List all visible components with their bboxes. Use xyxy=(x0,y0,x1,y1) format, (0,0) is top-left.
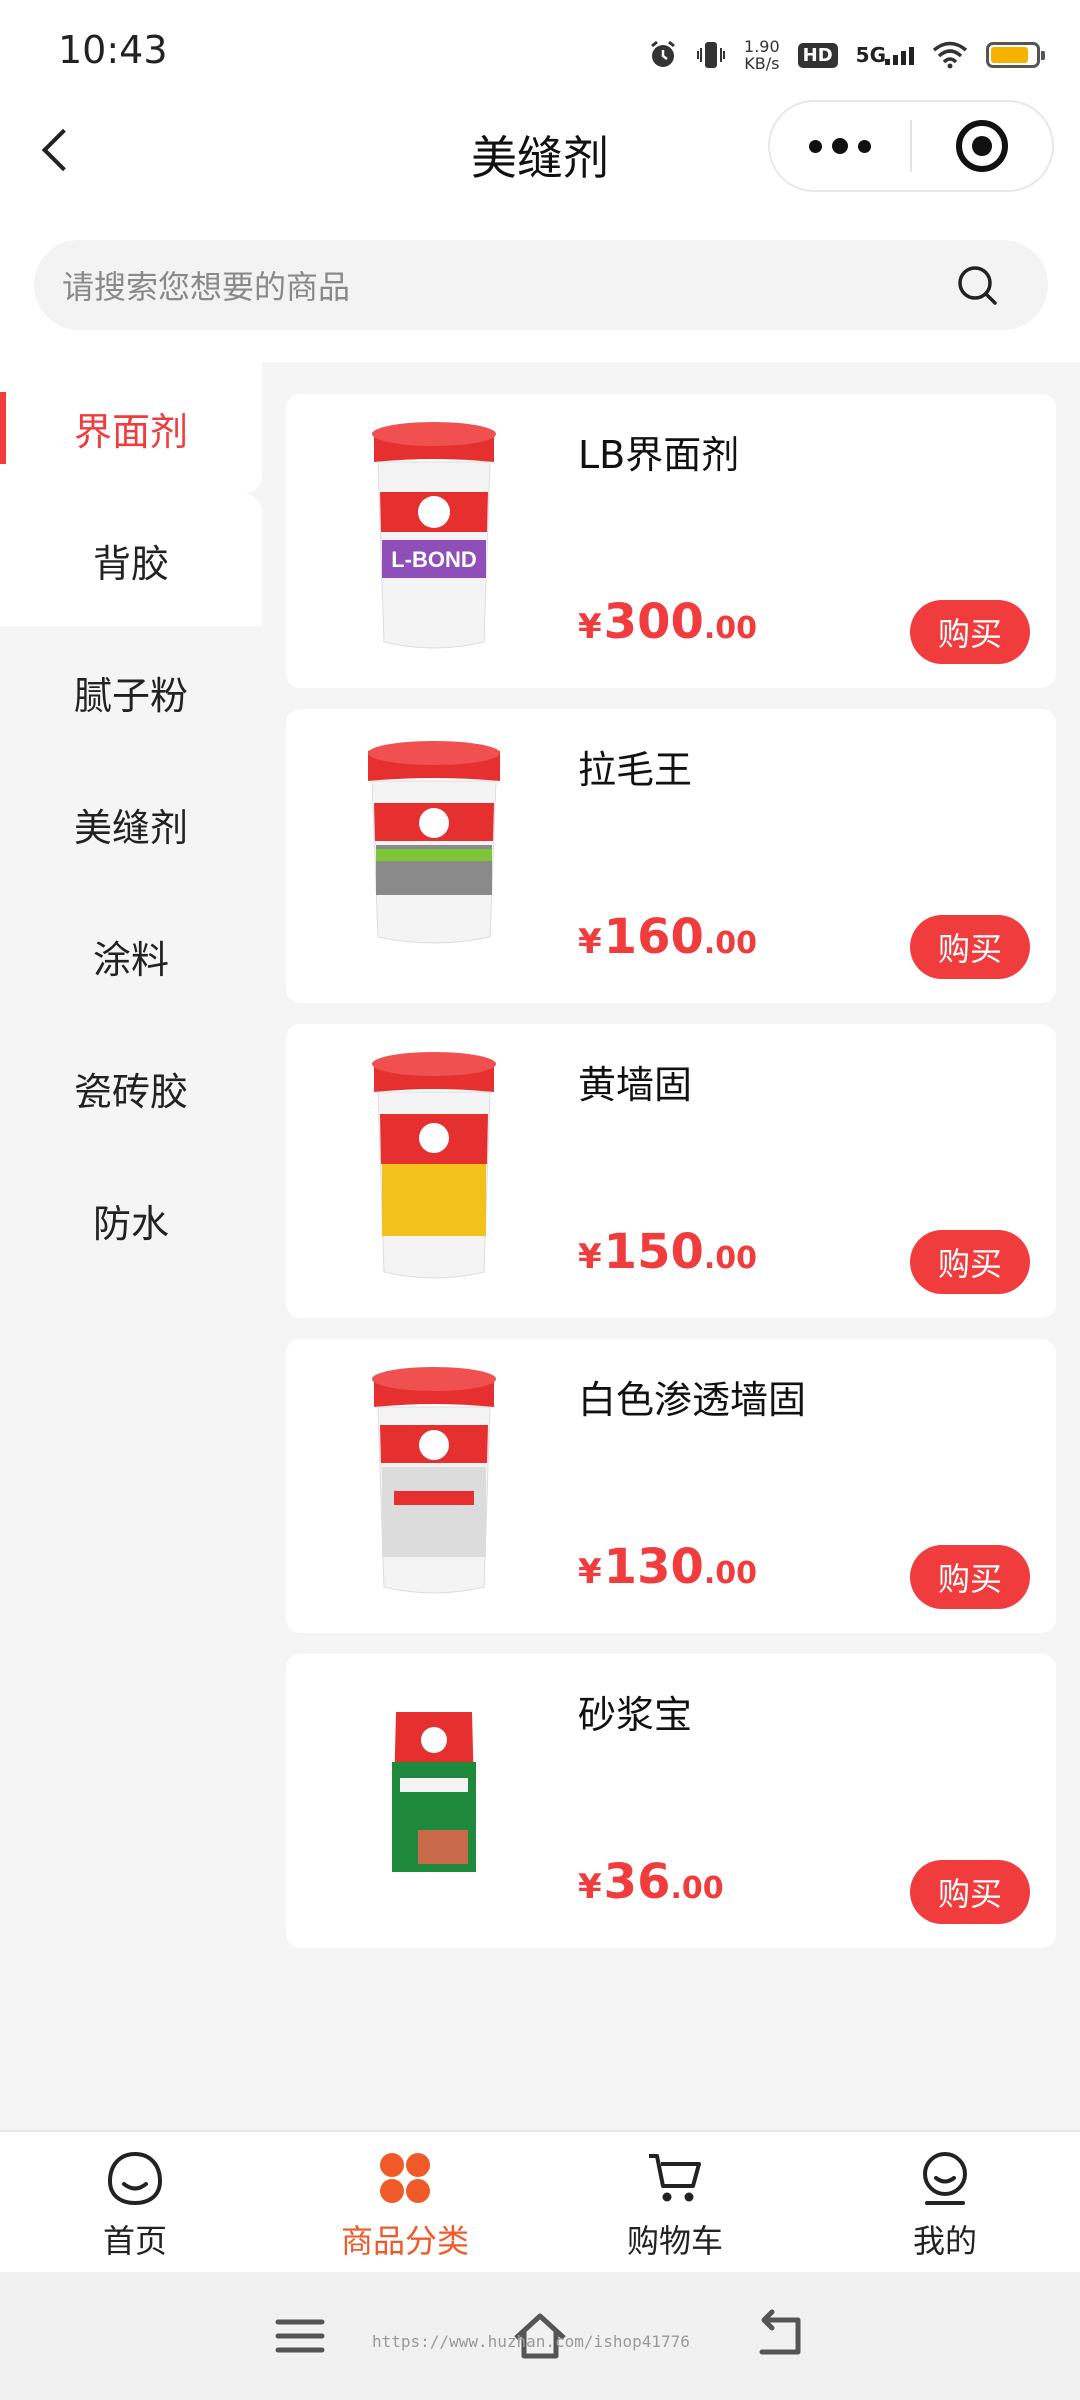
status-time: 10:43 xyxy=(58,28,168,72)
battery-level xyxy=(991,47,1028,63)
signal-5g: 5G xyxy=(856,43,914,67)
product-card[interactable]: 黄墙固 ¥150.00 购买 xyxy=(286,1024,1056,1318)
hd-badge: HD xyxy=(797,42,838,68)
category-item-putty-powder[interactable]: 腻子粉 xyxy=(0,626,262,758)
svg-text:L-BOND: L-BOND xyxy=(391,547,477,572)
bucket-product-image xyxy=(368,741,500,944)
category-sidebar: 界面剂 背胶 腻子粉 美缝剂 涂料 瓷砖胶 防水 xyxy=(0,362,262,2130)
product-card[interactable]: L-BOND LB界面剂 ¥300.00 购买 xyxy=(286,394,1056,688)
nav-bar: 美缝剂 xyxy=(0,100,1080,200)
category-item-interface-agent[interactable]: 界面剂 xyxy=(0,362,262,494)
category-item-back-glue[interactable]: 背胶 xyxy=(0,494,262,626)
buy-button[interactable]: 购买 xyxy=(910,600,1030,664)
tab-bar: 首页 商品分类 购物车 我的 xyxy=(0,2130,1080,2272)
product-price: ¥150.00 xyxy=(578,1224,758,1280)
bucket-label-band xyxy=(382,1164,486,1236)
category-item-grout[interactable]: 美缝剂 xyxy=(0,758,262,890)
product-name: LB界面剂 xyxy=(578,433,740,477)
alarm-icon xyxy=(651,40,675,67)
buy-button[interactable]: 购买 xyxy=(910,1545,1030,1609)
buy-button[interactable]: 购买 xyxy=(910,915,1030,979)
more-button[interactable] xyxy=(770,102,910,190)
category-grid-icon xyxy=(380,2153,430,2203)
home-face-icon xyxy=(107,2151,163,2206)
back-nav-icon[interactable] xyxy=(750,2306,810,2366)
buy-button[interactable]: 购买 xyxy=(910,1230,1030,1294)
product-name: 黄墙固 xyxy=(578,1063,693,1107)
net-speed: 1.90 KB/s xyxy=(744,37,780,73)
category-item-tile-adhesive[interactable]: 瓷砖胶 xyxy=(0,1022,262,1154)
product-card[interactable]: 砂浆宝 ¥36.00 购买 xyxy=(286,1654,1056,1948)
product-list: L-BOND LB界面剂 ¥300.00 购买 拉毛王 ¥160.00 购买 黄… xyxy=(286,394,1056,1969)
product-price: ¥130.00 xyxy=(578,1539,758,1595)
bucket-product-image xyxy=(372,1367,496,1594)
battery-icon xyxy=(986,42,1045,68)
buy-button[interactable]: 购买 xyxy=(910,1860,1030,1924)
profile-icon xyxy=(923,2152,967,2205)
tab-home[interactable]: 首页 xyxy=(0,2132,270,2272)
bucket-product-image: L-BOND xyxy=(372,422,496,649)
tab-profile[interactable]: 我的 xyxy=(810,2132,1080,2272)
watermark-text: https://www.huzhan.com/ishop41776 xyxy=(372,2332,690,2351)
product-price: ¥160.00 xyxy=(578,909,758,965)
tab-cart[interactable]: 购物车 xyxy=(540,2132,810,2272)
miniprogram-capsule xyxy=(768,100,1054,192)
target-icon xyxy=(956,120,1008,172)
category-item-paint[interactable]: 涂料 xyxy=(0,890,262,1022)
product-name: 拉毛王 xyxy=(578,748,693,792)
menu-icon[interactable] xyxy=(270,2306,330,2366)
tab-categories[interactable]: 商品分类 xyxy=(270,2132,540,2272)
product-price: ¥300.00 xyxy=(578,594,758,650)
status-icons: 1.90 KB/s HD 5G xyxy=(648,30,1045,80)
cart-icon xyxy=(649,2154,701,2202)
more-dots-icon xyxy=(809,139,822,153)
bucket-label-band xyxy=(382,1467,486,1557)
product-name: 白色渗透墙固 xyxy=(578,1378,807,1422)
product-card[interactable]: 拉毛王 ¥160.00 购买 xyxy=(286,709,1056,1003)
close-miniprogram-button[interactable] xyxy=(912,102,1052,190)
search-placeholder: 请搜索您想要的商品 xyxy=(62,268,351,306)
category-item-waterproof[interactable]: 防水 xyxy=(0,1154,262,1286)
product-price: ¥36.00 xyxy=(578,1854,724,1910)
search-input[interactable]: 请搜索您想要的商品 xyxy=(34,240,1048,330)
bucket-product-image xyxy=(372,1052,496,1279)
system-navigation-bar: https://www.huzhan.com/ishop41776 xyxy=(0,2272,1080,2400)
status-bar: 10:43 1.90 KB/s HD 5G xyxy=(0,0,1080,100)
search-icon[interactable] xyxy=(956,264,998,306)
product-name: 砂浆宝 xyxy=(578,1693,693,1737)
signal-bars-icon xyxy=(885,47,914,65)
vibrate-icon xyxy=(697,42,726,68)
content-area: 界面剂 背胶 腻子粉 美缝剂 涂料 瓷砖胶 防水 L-BOND LB界面剂 ¥3… xyxy=(0,362,1080,2130)
bag-product-image xyxy=(392,1712,476,1872)
wifi-icon xyxy=(932,41,968,69)
product-card[interactable]: 白色渗透墙固 ¥130.00 购买 xyxy=(286,1339,1056,1633)
